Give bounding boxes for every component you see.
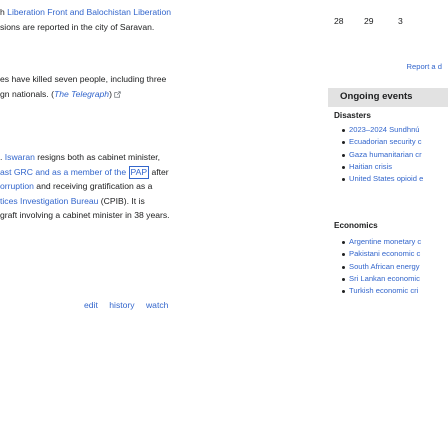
corruption-link[interactable]: orruption [0,181,34,191]
watch-link[interactable]: watch [146,300,168,310]
sidebar: 28 29 3 Report a d Ongoing events Disast… [328,0,448,448]
economics-heading: Economics [334,221,378,230]
calendar-day[interactable]: 29 [364,16,374,26]
text: (CPIB). It is [98,195,145,206]
text-line: graft involving a cabinet minister in 38… [0,210,170,220]
section-title: Ongoing events [340,91,413,102]
news-item-iswaran: . Iswaran resigns both as cabinet minist… [0,150,170,223]
economics-list: Argentine monetary c Pakistani economic … [328,236,421,297]
news-item-killed: es have killed seven people, including t… [0,72,166,101]
external-link-icon [114,90,121,98]
ongoing-events-header: Ongoing events [328,88,448,107]
pap-link[interactable]: PAP [128,165,150,179]
disasters-list: 2023–2024 Sundhnú Ecuadorian security c … [328,124,423,185]
calendar-day[interactable]: 28 [334,16,344,26]
history-link[interactable]: history [109,300,134,310]
text: after [149,166,169,177]
text-line: es have killed seven people, including t… [0,74,167,84]
list-item[interactable]: Pakistani economic c [328,248,421,260]
text: ) [109,88,112,99]
list-item[interactable]: United States opioid e [328,173,423,185]
list-item[interactable]: Sri Lankan economic [328,273,421,285]
list-item[interactable]: Ecuadorian security c [328,136,423,148]
list-item[interactable]: South African energy [328,261,421,273]
source-name: The Telegraph [53,88,110,99]
list-item[interactable]: Turkish economic cri [328,285,421,297]
text: gn nationals. ( [0,88,54,99]
report-link[interactable]: Report a d [407,62,442,71]
text: resigns both as cabinet minister, [34,152,161,162]
list-item[interactable]: Argentine monetary c [328,236,421,248]
disasters-heading: Disasters [334,111,371,120]
news-item-saravan: h Liberation Front and Balochistan Liber… [0,5,171,34]
source-link-telegraph[interactable]: The Telegraph [54,89,109,99]
page-tools: edit history watch [84,300,177,310]
list-item[interactable]: Haitian crisis [328,161,423,173]
edit-link[interactable]: edit [84,300,98,310]
list-item[interactable]: Gaza humanitarian cr [328,149,423,161]
iswaran-link[interactable]: Iswaran [5,152,35,162]
calendar-day[interactable]: 3 [398,16,403,26]
article-content: h Liberation Front and Balochistan Liber… [0,0,318,448]
list-item[interactable]: 2023–2024 Sundhnú [328,124,423,136]
west-coast-grc-link[interactable]: ast GRC and as a member of the [0,167,129,177]
text: and receiving gratification as a [33,181,153,191]
liberation-front-link[interactable]: Liberation Front and Balochistan Liberat… [7,7,171,17]
cpib-link[interactable]: tices Investigation Bureau [0,196,98,206]
text-line: sions are reported in the city of Sarava… [0,21,155,32]
